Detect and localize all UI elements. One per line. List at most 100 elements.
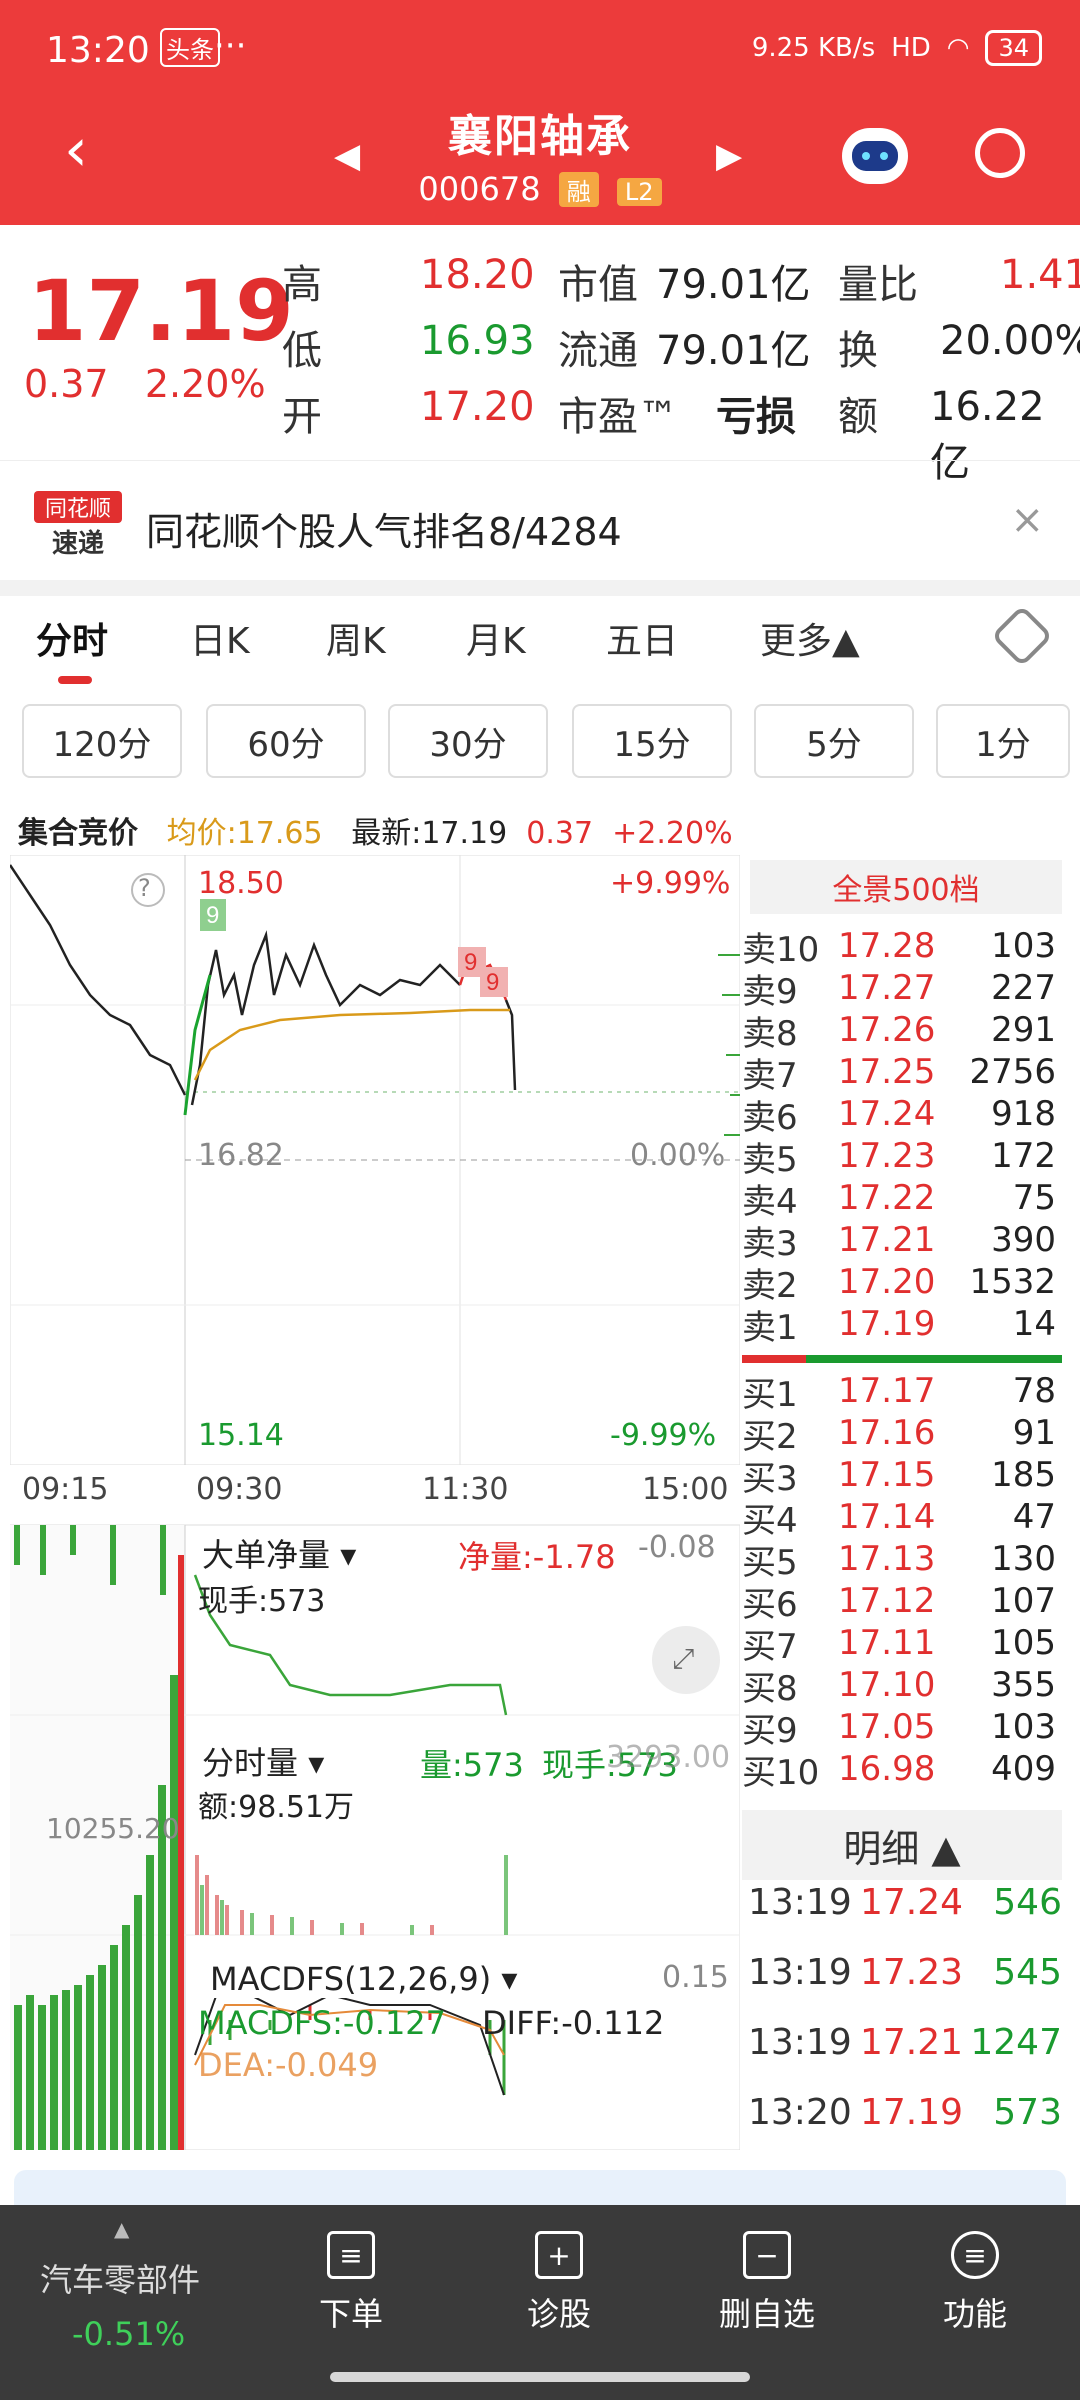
bid-row[interactable]: 买8 17.10 355	[742, 1664, 1062, 1709]
svg-text:9: 9	[206, 902, 219, 929]
big-order-selector[interactable]: 大单净量 ▾	[198, 1530, 361, 1576]
expand-icon[interactable]: ⤢	[672, 1642, 694, 1676]
ask-row[interactable]: 卖3 17.21 390	[742, 1219, 1062, 1264]
macd-value: MACDFS:-0.127	[198, 2004, 447, 2042]
deal-time: 13:19	[748, 1952, 852, 1993]
level-price: 17.20	[838, 1262, 936, 1302]
period-60[interactable]: 60分	[206, 704, 366, 778]
ask-row[interactable]: 卖5 17.23 172	[742, 1135, 1062, 1180]
ask-row[interactable]: 卖4 17.22 75	[742, 1177, 1062, 1222]
level-volume: 78	[1012, 1371, 1056, 1411]
avg-price: 均价:17.65	[166, 816, 323, 851]
bid-row[interactable]: 买4 17.14 47	[742, 1496, 1062, 1541]
bid-row[interactable]: 买10 16.98 409	[742, 1748, 1062, 1793]
active-tab-indicator	[58, 676, 92, 684]
ask-row[interactable]: 卖9 17.27 227	[742, 967, 1062, 1012]
sector-name[interactable]: 汽车零部件	[40, 2255, 200, 2301]
volume-right: 3293.00	[606, 1740, 731, 1775]
period-30[interactable]: 30分	[388, 704, 548, 778]
bid-row[interactable]: 买3 17.15 185	[742, 1454, 1062, 1499]
battery-icon: 34	[985, 30, 1042, 66]
ask-row[interactable]: 卖7 17.25 2756	[742, 1051, 1062, 1096]
notice-strip[interactable]	[14, 2170, 1066, 2210]
level-volume: 390	[991, 1220, 1056, 1260]
close-icon[interactable]: ×	[1010, 497, 1044, 543]
amount-label: 额	[838, 394, 878, 440]
bid-row[interactable]: 买9 17.05 103	[742, 1706, 1062, 1751]
level-volume: 227	[991, 968, 1056, 1008]
bid-row[interactable]: 买6 17.12 107	[742, 1580, 1062, 1625]
deal-time: 13:20	[748, 2092, 852, 2133]
period-120[interactable]: 120分	[22, 704, 182, 778]
big-order-cur: 现手:573	[198, 1584, 326, 1619]
intraday-chart[interactable]: 9 9 9	[10, 855, 740, 2150]
chart-top-price: 18.50	[198, 866, 284, 901]
margin-tag: 融	[558, 172, 599, 207]
period-5[interactable]: 5分	[754, 704, 914, 778]
level-price: 17.14	[838, 1497, 936, 1537]
ask-row[interactable]: 卖2 17.20 1532	[742, 1261, 1062, 1306]
chart-info-line: 集合竞价 均价:17.65 最新:17.19 0.37 +2.20%	[18, 808, 733, 852]
detail-header[interactable]: 明细 ▲	[742, 1810, 1062, 1880]
deal-row: 13:19 17.24 546	[748, 1882, 1062, 1923]
deal-price: 17.19	[860, 2092, 964, 2133]
tab-weekly-k[interactable]: 周K	[326, 612, 386, 664]
deal-row: 13:19 17.21 1247	[748, 2022, 1062, 2063]
logo-line1: 同花顺	[34, 491, 122, 523]
volume-selector[interactable]: 分时量 ▾	[198, 1738, 329, 1784]
stock-code: 000678	[418, 170, 541, 208]
home-indicator[interactable]	[330, 2372, 750, 2382]
bid-row[interactable]: 买5 17.13 130	[742, 1538, 1062, 1583]
big-order-right: -0.08	[638, 1530, 716, 1565]
pe-label[interactable]: 市盈™	[558, 384, 678, 442]
open-label: 开	[282, 394, 322, 440]
macd-selector[interactable]: MACDFS(12,26,9) ▾	[206, 1960, 522, 1998]
level-label: 买10	[742, 1752, 820, 1793]
time-0930: 09:30	[196, 1472, 283, 1507]
ask-row[interactable]: 卖10 17.28 103	[742, 925, 1062, 970]
tab-more[interactable]: 更多▲	[760, 612, 860, 664]
search-icon[interactable]	[975, 128, 1025, 178]
nav-order[interactable]: ≡ 下单	[276, 2231, 426, 2335]
status-more: ···	[214, 26, 247, 66]
period-15[interactable]: 15分	[572, 704, 732, 778]
bid-row[interactable]: 买2 17.16 91	[742, 1412, 1062, 1457]
nav-remove-label: 删自选	[718, 2295, 815, 2333]
bid-row[interactable]: 买1 17.17 78	[742, 1370, 1062, 1415]
period-1[interactable]: 1分	[936, 704, 1070, 778]
level-volume: 105	[991, 1623, 1056, 1663]
robot-assistant-icon[interactable]	[842, 128, 908, 184]
chart-mid-price: 16.82	[198, 1138, 284, 1173]
svg-text:9: 9	[464, 949, 477, 976]
level-price: 17.12	[838, 1581, 936, 1621]
level-price: 17.10	[838, 1665, 936, 1705]
level-label: 卖1	[742, 1307, 798, 1348]
nav-diagnose-label: 诊股	[526, 2295, 591, 2333]
low-value: 16.93	[420, 318, 535, 364]
status-time: 13:20	[46, 30, 150, 71]
bottom-nav: ▲ 汽车零部件 -0.51% ≡ 下单 + 诊股 − 删自选 ≡ 功能	[0, 2205, 1080, 2400]
bid-row[interactable]: 买7 17.11 105	[742, 1622, 1062, 1667]
nav-diagnose[interactable]: + 诊股	[484, 2231, 634, 2335]
level-price: 16.98	[838, 1749, 936, 1789]
nav-remove-watch[interactable]: − 删自选	[692, 2231, 842, 2335]
tab-five-day[interactable]: 五日	[606, 612, 678, 664]
nav-functions[interactable]: ≡ 功能	[900, 2231, 1050, 2335]
book-title[interactable]: 全景500档	[750, 860, 1062, 914]
expand-up-icon[interactable]: ▲	[114, 2217, 129, 2241]
tab-daily-k[interactable]: 日K	[190, 612, 250, 664]
popularity-banner[interactable]: 同花顺 速递 同花顺个股人气排名8/4284 ×	[0, 460, 1080, 580]
help-icon[interactable]: ?	[138, 874, 151, 902]
ask-row[interactable]: 卖8 17.26 291	[742, 1009, 1062, 1054]
level-price: 17.28	[838, 926, 936, 966]
deal-time: 13:19	[748, 1882, 852, 1923]
high-label: 高	[282, 262, 322, 308]
tab-monthly-k[interactable]: 月K	[466, 612, 526, 664]
level-price: 17.17	[838, 1371, 936, 1411]
ask-row[interactable]: 卖6 17.24 918	[742, 1093, 1062, 1138]
open-value: 17.20	[420, 384, 535, 430]
ask-row[interactable]: 卖1 17.19 14	[742, 1303, 1062, 1348]
turnover-value: 20.00%	[940, 318, 1080, 364]
tab-intraday[interactable]: 分时	[36, 612, 108, 664]
deal-row: 13:19 17.23 545	[748, 1952, 1062, 1993]
